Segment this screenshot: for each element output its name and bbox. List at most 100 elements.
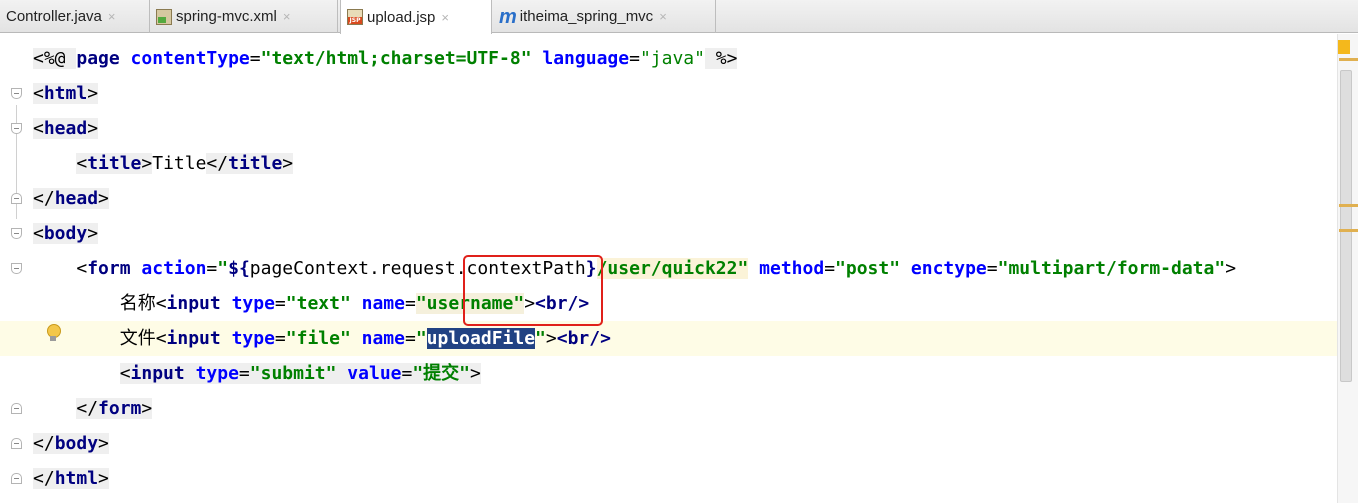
tag-bracket: <	[33, 118, 44, 139]
lightbulb-icon[interactable]	[46, 324, 61, 342]
code-line-10[interactable]: <input type="submit" value="提交">	[0, 356, 1340, 391]
warning-marker-icon[interactable]	[1338, 40, 1350, 54]
maven-module-icon: m	[499, 5, 517, 28]
close-icon[interactable]: ×	[283, 9, 291, 24]
tag-bracket: >	[141, 398, 153, 419]
tag-name: input	[166, 328, 221, 349]
label-text: 名称	[119, 293, 156, 314]
attr-name: action	[130, 258, 207, 279]
tag-name: head	[54, 188, 99, 209]
xml-file-icon	[156, 8, 172, 25]
tag-bracket: <	[76, 153, 88, 174]
jsp-directive-open: <%@	[33, 48, 77, 69]
equals-sign: =	[629, 48, 640, 69]
stripe-marker[interactable]	[1339, 204, 1358, 207]
code-line-7[interactable]: <form action="${pageContext.request.cont…	[0, 251, 1340, 286]
tab-controller-java[interactable]: Controller.java ×	[0, 0, 150, 33]
quote: "	[415, 328, 427, 349]
tag-bracket: >	[87, 223, 99, 244]
close-icon[interactable]: ×	[108, 9, 116, 24]
code-editor[interactable]: <%@ page contentType="text/html;charset=…	[0, 34, 1358, 503]
selected-text[interactable]: uploadFile	[426, 328, 536, 349]
attr-value: "file"	[285, 328, 351, 349]
equals-sign: =	[401, 363, 413, 384]
equals-sign: =	[249, 48, 261, 69]
quote: "	[217, 258, 229, 279]
tag-name: body	[43, 223, 88, 244]
attr-value: "text/html;charset=UTF-8"	[260, 48, 532, 69]
attr-value: "post"	[835, 258, 901, 279]
vertical-scrollbar[interactable]	[1340, 70, 1352, 382]
close-icon[interactable]: ×	[659, 9, 667, 24]
stripe-marker[interactable]	[1339, 229, 1358, 232]
tag-name: html	[43, 83, 88, 104]
tag-name: form	[87, 258, 131, 279]
tag-bracket: >	[1225, 258, 1237, 279]
tag-name: body	[54, 433, 99, 454]
tab-upload-jsp[interactable]: upload.jsp ×	[340, 0, 492, 34]
code-line-6[interactable]: <body>	[0, 216, 1340, 251]
code-line-12[interactable]: </body>	[0, 426, 1340, 461]
tag-bracket: >	[545, 328, 557, 349]
stripe-marker[interactable]	[1339, 58, 1358, 61]
tag-bracket: </	[206, 153, 229, 174]
tag-name: title	[87, 153, 142, 174]
text-content: Title	[152, 153, 207, 174]
code-line-9[interactable]: 文件<input type="file" name="uploadFile"><…	[0, 321, 1340, 356]
code-line-1[interactable]: <%@ page contentType="text/html;charset=…	[0, 41, 1340, 76]
br-tag: <br/>	[556, 328, 611, 349]
attr-value: "text"	[285, 293, 351, 314]
attr-value: "java"	[639, 48, 705, 69]
tag-name: form	[98, 398, 142, 419]
tag-bracket: <	[155, 293, 167, 314]
code-line-3[interactable]: <head>	[0, 111, 1340, 146]
code-line-5[interactable]: </head>	[0, 181, 1340, 216]
tag-name: title	[228, 153, 283, 174]
tag-bracket: >	[98, 468, 109, 489]
tag-bracket: </	[76, 398, 99, 419]
quote: "	[535, 328, 546, 349]
jsp-file-icon	[347, 9, 363, 25]
attr-name: type	[184, 363, 239, 384]
tab-label: itheima_spring_mvc	[519, 8, 654, 25]
quote: "	[737, 258, 749, 279]
tag-bracket: <	[33, 83, 44, 104]
close-icon[interactable]: ×	[441, 10, 449, 25]
code-line-11[interactable]: </form>	[0, 391, 1340, 426]
equals-sign: =	[206, 258, 218, 279]
tab-itheima-spring-mvc[interactable]: m itheima_spring_mvc ×	[493, 0, 716, 33]
tag-bracket: >	[98, 433, 109, 454]
equals-sign: =	[986, 258, 998, 279]
tag-name: input	[166, 293, 221, 314]
equals-sign: =	[238, 363, 250, 384]
tag-bracket: <	[76, 258, 88, 279]
code-line-13[interactable]: </html>	[0, 461, 1340, 496]
attr-value: "提交"	[412, 363, 471, 384]
directive-keyword: page	[76, 48, 131, 69]
attr-name: enctype	[900, 258, 987, 279]
equals-sign: =	[404, 293, 416, 314]
action-path: /user/quick22	[596, 258, 738, 279]
code-line-8[interactable]: 名称<input type="text" name="username"><br…	[0, 286, 1340, 321]
highlight-box	[463, 255, 603, 326]
tab-label: upload.jsp	[367, 8, 436, 26]
tab-spring-mvc-xml[interactable]: spring-mvc.xml ×	[150, 0, 338, 33]
tag-bracket: <	[119, 363, 131, 384]
equals-sign: =	[274, 328, 286, 349]
tag-bracket: >	[87, 83, 99, 104]
attr-name: language	[531, 48, 630, 69]
tag-bracket: </	[33, 188, 55, 209]
tag-bracket: >	[141, 153, 153, 174]
tag-bracket: </	[33, 433, 55, 454]
tag-name: html	[54, 468, 99, 489]
label-text: 文件	[119, 328, 156, 349]
tag-bracket: <	[155, 328, 167, 349]
tab-label: Controller.java	[6, 8, 102, 25]
tag-bracket: >	[470, 363, 481, 384]
code-line-4[interactable]: <title>Title</title>	[0, 146, 1340, 181]
code-line-2[interactable]: <html>	[0, 76, 1340, 111]
